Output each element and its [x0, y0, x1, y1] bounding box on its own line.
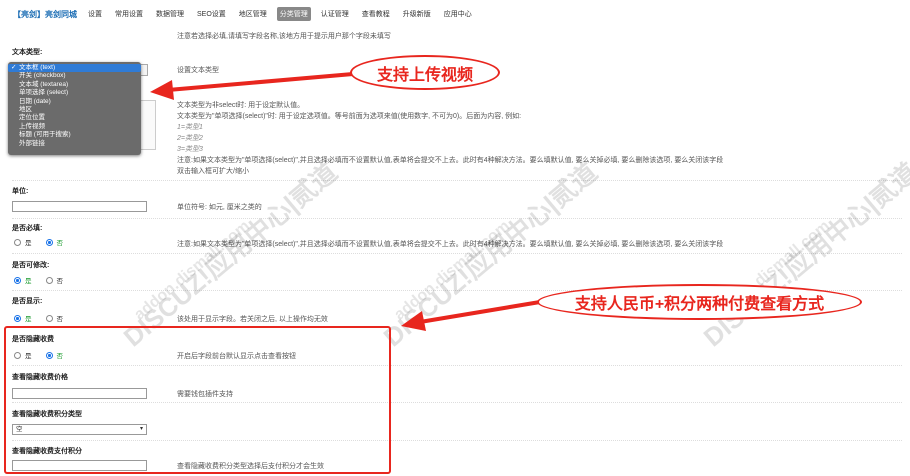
visible-no-label: 否 — [56, 316, 64, 323]
watermark-sub: addon.dismall.com — [131, 217, 254, 324]
visible-desc: 该处用于显示字段。若关闭之后, 以上操作均无效 — [177, 316, 328, 323]
arrow-2 — [401, 300, 541, 331]
nav-item-tutorial[interactable]: 查看教程 — [359, 7, 393, 21]
nav-item-app-center[interactable]: 应用中心 — [441, 7, 475, 21]
nav-item-settings[interactable]: 设置 — [85, 7, 105, 21]
default-value-example-2: 2=类型2 — [177, 135, 203, 142]
nav-item-auth-management[interactable]: 认证管理 — [318, 7, 352, 21]
editable-no-radio[interactable] — [45, 276, 53, 284]
visible-label: 是否显示: — [12, 298, 43, 305]
default-value-example-3: 3=类型3 — [177, 146, 203, 153]
default-value-note: 注意:如果文本类型为"单项选择(select)",并且选择必填而不设置默认值,表… — [177, 157, 724, 164]
dropdown-option-date[interactable]: 日期 (date) — [12, 98, 137, 106]
editable-label: 是否可修改: — [12, 262, 50, 269]
text-type-label: 文本类型: — [12, 49, 43, 56]
divider — [12, 180, 902, 181]
nav-item-upgrade[interactable]: 升级新版 — [400, 7, 434, 21]
text-type-desc: 设置文本类型 — [177, 67, 219, 74]
arrow-1 — [150, 72, 354, 100]
divider — [12, 253, 902, 254]
watermark-sub: addon.dismall.com — [391, 217, 514, 324]
default-value-desc-1: 文本类型为非select时: 用于设定默认值。 — [177, 102, 305, 109]
visible-no-radio[interactable] — [45, 314, 53, 322]
default-value-textarea-edge[interactable] — [141, 100, 156, 150]
editable-no-label: 否 — [56, 278, 64, 285]
callout-upload-video: 支持上传视频 — [350, 55, 500, 90]
brand-link[interactable]: 【亮剑】亮剑同城 — [13, 9, 77, 20]
visible-yes-label: 是 — [25, 316, 32, 323]
unit-label: 单位: — [12, 188, 29, 195]
dropdown-option-upload-video[interactable]: 上传视频 — [12, 123, 137, 131]
dropdown-option-checkbox[interactable]: 开关 (checkbox) — [12, 72, 137, 80]
editable-radio-group: 是 否 — [14, 275, 63, 285]
nav-item-region-management[interactable]: 地区管理 — [236, 7, 270, 21]
dropdown-option-title[interactable]: 标题 (可用于搜索) — [12, 131, 137, 139]
required-yes-label: 是 — [25, 240, 32, 247]
unit-desc: 单位符号: 如元, 厘米之类的 — [177, 204, 262, 211]
text-type-select-edge[interactable] — [141, 64, 148, 76]
required-desc: 注意:如果文本类型为"单项选择(select)",并且选择必填而不设置默认值,表… — [177, 241, 724, 248]
highlight-box — [4, 326, 391, 474]
nav-item-data-management[interactable]: 数据管理 — [153, 7, 187, 21]
top-nav: 【亮剑】亮剑同城 设置 常用设置 数据管理 SEO设置 地区管理 分类管理 认证… — [0, 0, 910, 28]
nav-item-seo-settings[interactable]: SEO设置 — [194, 7, 229, 21]
nav-item-category-management[interactable]: 分类管理 — [276, 7, 311, 21]
dropdown-option-textarea[interactable]: 文本域 (textarea) — [12, 81, 137, 89]
required-no-radio[interactable] — [45, 238, 53, 246]
editable-yes-label: 是 — [25, 278, 32, 285]
text-type-dropdown[interactable]: 文本框 (text) 开关 (checkbox) 文本域 (textarea) … — [8, 62, 141, 155]
default-value-desc-2: 文本类型为"单项选择(select)"时: 用于设定选项值。等号前面为选项来值(… — [177, 113, 522, 120]
divider — [12, 218, 902, 219]
editable-yes-radio[interactable] — [14, 276, 21, 284]
dropdown-option-select[interactable]: 单项选择 (select) — [12, 89, 137, 97]
nav-item-common-settings[interactable]: 常用设置 — [112, 7, 146, 21]
default-value-resize-hint: 双击输入框可扩大/缩小 — [177, 168, 249, 175]
dropdown-option-external-link[interactable]: 外部链接 — [12, 140, 137, 148]
required-radio-group: 是 否 — [14, 237, 63, 247]
dropdown-option-location[interactable]: 定位位置 — [12, 114, 137, 122]
required-yes-radio[interactable] — [14, 238, 21, 246]
required-label: 是否必填: — [12, 225, 43, 232]
visible-yes-radio[interactable] — [14, 314, 21, 322]
top-note: 注意若选择必填,请填写字段名称,该地方用于提示用户那个字段未填写 — [177, 33, 391, 40]
visible-radio-group: 是 否 — [14, 313, 63, 323]
callout-payment-methods: 支持人民币+积分两种付费查看方式 — [537, 284, 862, 320]
default-value-example-1: 1=类型1 — [177, 124, 203, 131]
required-no-label: 否 — [56, 240, 64, 247]
unit-input[interactable] — [12, 201, 147, 212]
